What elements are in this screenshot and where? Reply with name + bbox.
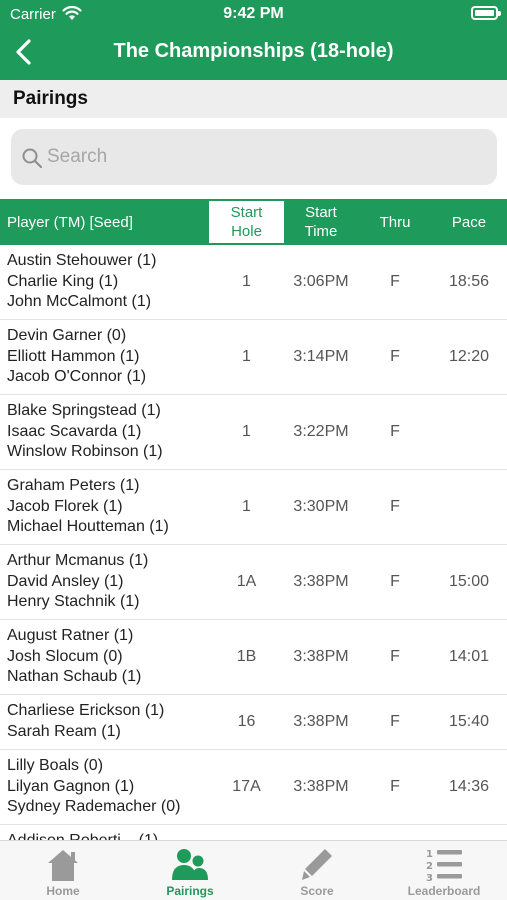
pairing-row[interactable]: Lilly Boals (0) Lilyan Gagnon (1) Sydney R… (0, 750, 507, 825)
pairing-row[interactable]: Charliese Erickson (1) Sarah Ream (1) 16 3:… (0, 695, 507, 750)
start-time-cell: 3:38PM (293, 648, 349, 665)
thru-cell: F (390, 778, 400, 795)
start-hole-cell: 1 (242, 423, 251, 440)
people-icon (172, 849, 208, 880)
pairing-row[interactable]: August Ratner (1) Josh Slocum (0) Nathan S… (0, 620, 507, 695)
start-hole-cell (209, 825, 284, 840)
search-input[interactable] (47, 142, 477, 172)
tab-leaderboard-label: Leaderboard (407, 884, 481, 898)
pairing-row[interactable]: Blake Springstead (1) Isaac Scavarda (1) W… (0, 395, 507, 470)
start-hole-label-2: Hole (231, 223, 262, 240)
svg-text:3: 3 (426, 873, 433, 884)
pairing-row[interactable]: Arthur Mcmanus (1) David Ansley (1) Henry … (0, 545, 507, 620)
column-header-start-time[interactable]: Start Time (286, 199, 356, 245)
home-icon (48, 850, 78, 881)
svg-text:1: 1 (426, 849, 433, 860)
list-icon: 1 2 3 (426, 849, 462, 884)
table-header: Player (TM) [Seed] Start Hole Start Time T… (0, 199, 507, 245)
start-time-label-2: Time (304, 223, 338, 240)
start-time-label-1: Start (305, 204, 337, 221)
section-header: Pairings (0, 80, 507, 118)
start-hole-cell: 17A (232, 778, 261, 795)
column-header-start-hole[interactable]: Start Hole (209, 201, 284, 243)
search-icon (22, 148, 43, 169)
search-bar[interactable] (11, 129, 497, 185)
column-header-player[interactable]: Player (TM) [Seed] (7, 199, 133, 245)
svg-text:2: 2 (426, 861, 433, 872)
thru-cell: F (390, 648, 400, 665)
start-time-cell (286, 825, 356, 840)
tab-bar: Home Pairings Score 1 2 3 Leaderboard (0, 840, 507, 900)
tab-score[interactable]: Score (254, 841, 380, 900)
start-time-cell: 3:38PM (293, 573, 349, 590)
pace-cell (436, 395, 502, 469)
thru-cell (364, 825, 426, 840)
thru-cell: F (390, 273, 400, 290)
pace-cell: 18:56 (448, 273, 490, 290)
pace-cell: 14:36 (448, 778, 490, 795)
start-time-cell: 3:38PM (293, 713, 349, 730)
start-hole-cell: 1 (242, 273, 251, 290)
start-hole-cell: 1 (242, 348, 251, 365)
pace-cell: 15:00 (448, 573, 490, 590)
thru-cell: F (390, 713, 400, 730)
status-bar: Carrier 9:42 PM (0, 0, 507, 28)
start-time-cell: 3:06PM (293, 273, 349, 290)
start-hole-label-1: Start (230, 204, 263, 221)
pairing-row[interactable]: Devin Garner (0) Elliott Hammon (1) Jacob … (0, 320, 507, 395)
pairing-row[interactable]: Addison Roberti... (1) (0, 825, 507, 840)
pairing-row[interactable]: Austin Stehouwer (1) Charlie King (1) John… (0, 245, 507, 320)
tab-home-label: Home (46, 884, 80, 898)
pace-cell: 15:40 (448, 713, 490, 730)
battery-icon (471, 6, 501, 20)
pace-cell (436, 470, 502, 544)
start-time-cell: 3:14PM (293, 348, 349, 365)
tab-home[interactable]: Home (0, 841, 126, 900)
page-title: The Championships (18-hole) (113, 40, 394, 62)
thru-cell: F (390, 423, 400, 440)
pairings-list: Austin Stehouwer (1) Charlie King (1) John… (0, 245, 507, 840)
column-header-thru[interactable]: Thru (364, 199, 426, 245)
start-hole-cell: 1 (242, 498, 251, 515)
column-header-pace[interactable]: Pace (436, 199, 502, 245)
pace-cell: 12:20 (448, 348, 490, 365)
tab-leaderboard[interactable]: 1 2 3 Leaderboard (381, 841, 507, 900)
tab-pairings-label: Pairings (166, 884, 214, 898)
pace-cell (436, 825, 502, 840)
start-time-cell: 3:30PM (293, 498, 349, 515)
start-hole-cell: 1A (236, 573, 257, 590)
pencil-icon (302, 849, 332, 880)
pace-cell: 14:01 (448, 648, 490, 665)
start-time-cell: 3:22PM (293, 423, 349, 440)
thru-cell: F (390, 573, 400, 590)
nav-bar: Carrier 9:42 PM The Championships (18-ho… (0, 0, 507, 80)
tab-score-label: Score (300, 884, 334, 898)
thru-cell: F (390, 348, 400, 365)
start-hole-cell: 1B (236, 648, 257, 665)
start-time-cell: 3:38PM (293, 778, 349, 795)
thru-cell: F (390, 498, 400, 515)
tab-pairings[interactable]: Pairings (127, 841, 253, 900)
start-hole-cell: 16 (237, 713, 256, 730)
status-time: 9:42 PM (223, 5, 284, 22)
pairing-row[interactable]: Graham Peters (1) Jacob Florek (1) Michael… (0, 470, 507, 545)
